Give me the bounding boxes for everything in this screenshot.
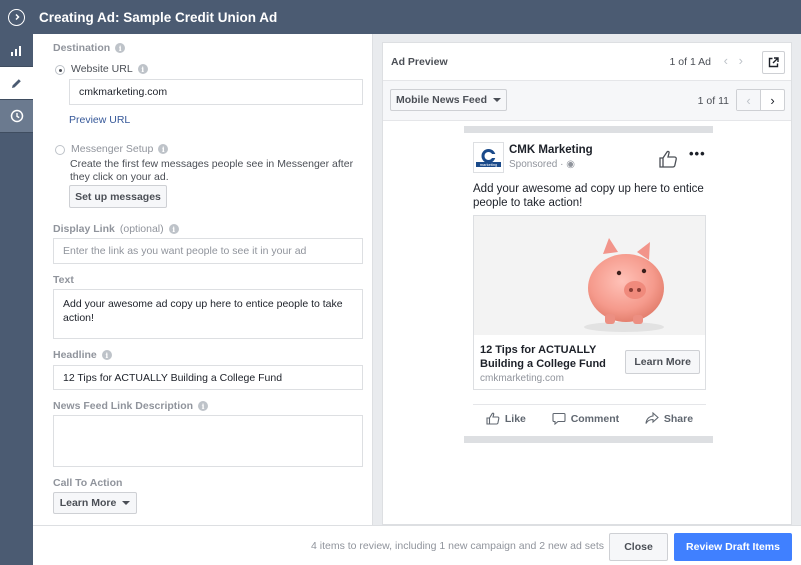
info-icon[interactable]: i bbox=[115, 43, 126, 53]
thumbs-up-icon bbox=[486, 412, 500, 425]
chevron-right-icon bbox=[8, 8, 25, 26]
preview-toolbar: Mobile News Feed 1 of 11 ‹ › bbox=[383, 81, 791, 121]
destination-label: Destination i bbox=[53, 42, 126, 54]
news-feed-link-description-label: News Feed Link Description i bbox=[53, 400, 209, 412]
placement-count: 1 of 11 bbox=[697, 95, 729, 107]
preview-header: Ad Preview 1 of 1 Ad ‹ › bbox=[383, 43, 791, 81]
more-options-icon[interactable]: ••• bbox=[689, 146, 706, 161]
next-ad-icon[interactable]: › bbox=[739, 53, 743, 68]
review-draft-items-button[interactable]: Review Draft Items bbox=[674, 533, 792, 561]
sidebar-item-edit[interactable] bbox=[0, 67, 33, 100]
top-bar: Creating Ad: Sample Credit Union Ad bbox=[0, 0, 801, 34]
ad-actions-bar: Like Comment Share bbox=[473, 404, 706, 432]
prev-ad-icon[interactable]: ‹ bbox=[724, 53, 728, 68]
ad-preview-card: marketing CMK Marketing Sponsored · ◉ ••… bbox=[464, 134, 713, 437]
placement-value: Mobile News Feed bbox=[395, 94, 488, 106]
logo-wordmark: marketing bbox=[480, 162, 498, 167]
pencil-icon bbox=[12, 78, 21, 88]
globe-icon: ◉ bbox=[566, 159, 575, 170]
website-url-input[interactable]: cmkmarketing.com bbox=[69, 79, 363, 105]
page-logo: marketing bbox=[473, 142, 504, 173]
messenger-description: Create the first few messages people see… bbox=[70, 158, 354, 183]
like-button[interactable]: Like bbox=[486, 412, 526, 425]
headline-input[interactable]: 12 Tips for ACTUALLY Building a College … bbox=[53, 365, 363, 390]
page-name[interactable]: CMK Marketing bbox=[509, 144, 593, 156]
open-preview-button[interactable] bbox=[762, 51, 785, 74]
preview-title: Ad Preview bbox=[391, 56, 448, 68]
prev-placement-button[interactable]: ‹ bbox=[737, 90, 761, 110]
website-url-label: Website URL i bbox=[71, 63, 148, 75]
piggy-bank-image bbox=[474, 216, 705, 335]
display-link-input[interactable]: Enter the link as you want people to see… bbox=[53, 238, 363, 264]
comment-button[interactable]: Comment bbox=[552, 412, 619, 425]
ad-preview-panel: Ad Preview 1 of 1 Ad ‹ › Mobile News Fee… bbox=[382, 42, 792, 525]
display-link-label: Display Link (optional) i bbox=[53, 223, 179, 235]
messenger-setup-label: Messenger Setup i bbox=[71, 143, 169, 155]
ad-domain: cmkmarketing.com bbox=[480, 373, 564, 384]
review-summary: 4 items to review, including 1 new campa… bbox=[310, 540, 604, 552]
ad-editor-panel: Destination i Website URL i cmkmarketing… bbox=[33, 34, 373, 525]
messenger-setup-radio[interactable] bbox=[55, 145, 65, 155]
headline-label: Headline i bbox=[53, 349, 112, 361]
info-icon[interactable]: i bbox=[168, 224, 179, 234]
feed-divider-bottom bbox=[464, 436, 713, 443]
comment-icon bbox=[552, 412, 566, 425]
share-button[interactable]: Share bbox=[645, 412, 693, 425]
left-sidebar bbox=[0, 34, 33, 565]
expand-button[interactable] bbox=[0, 0, 33, 34]
news-feed-description-input[interactable] bbox=[53, 415, 363, 467]
sidebar-item-reports[interactable] bbox=[0, 34, 33, 67]
placement-pager: ‹ › bbox=[736, 89, 785, 111]
info-icon[interactable]: i bbox=[198, 401, 209, 411]
sponsored-label: Sponsored · ◉ bbox=[509, 159, 575, 170]
like-page-icon[interactable] bbox=[658, 150, 678, 168]
caret-down-icon bbox=[122, 501, 131, 505]
learn-more-button[interactable]: Learn More bbox=[625, 350, 700, 374]
feed-divider-top bbox=[464, 126, 713, 133]
placement-dropdown[interactable]: Mobile News Feed bbox=[390, 89, 507, 111]
share-icon bbox=[645, 412, 659, 424]
info-icon[interactable]: i bbox=[158, 144, 169, 154]
call-to-action-dropdown[interactable]: Learn More bbox=[53, 492, 137, 514]
page-title: Creating Ad: Sample Credit Union Ad bbox=[39, 9, 278, 25]
preview-url-link[interactable]: Preview URL bbox=[69, 114, 130, 126]
caret-down-icon bbox=[493, 98, 502, 102]
ad-headline: 12 Tips for ACTUALLY Building a College … bbox=[480, 344, 606, 370]
set-up-messages-button[interactable]: Set up messages bbox=[69, 185, 167, 208]
info-icon[interactable]: i bbox=[101, 350, 112, 360]
ad-count: 1 of 1 Ad bbox=[669, 56, 711, 68]
call-to-action-label: Call To Action bbox=[53, 477, 123, 489]
info-icon[interactable]: i bbox=[137, 64, 148, 74]
external-link-icon bbox=[768, 57, 779, 68]
footer-bar: 4 items to review, including 1 new campa… bbox=[33, 525, 801, 565]
ad-creative[interactable]: 12 Tips for ACTUALLY Building a College … bbox=[473, 215, 706, 390]
close-button[interactable]: Close bbox=[609, 533, 668, 561]
website-url-radio[interactable] bbox=[55, 65, 65, 75]
call-to-action-value: Learn More bbox=[59, 497, 117, 509]
text-label: Text bbox=[53, 274, 74, 286]
sidebar-item-history[interactable] bbox=[0, 100, 33, 133]
ad-text-input[interactable]: Add your awesome ad copy up here to enti… bbox=[53, 289, 363, 339]
ad-copy-text: Add your awesome ad copy up here to enti… bbox=[473, 183, 704, 209]
next-placement-button[interactable]: › bbox=[761, 90, 784, 110]
bar-chart-icon bbox=[10, 45, 21, 56]
clock-icon bbox=[10, 109, 23, 123]
